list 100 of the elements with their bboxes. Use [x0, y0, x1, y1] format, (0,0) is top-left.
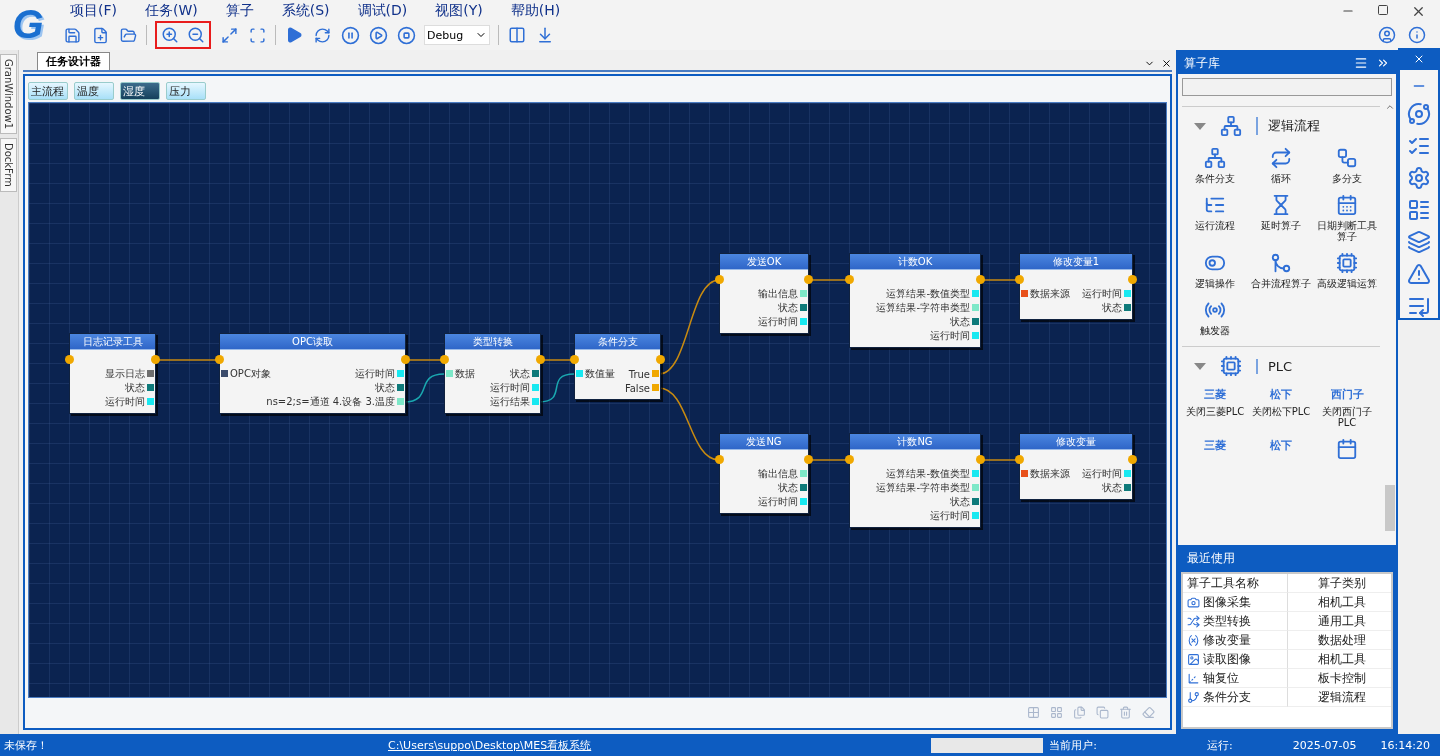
- panel-icon[interactable]: [1407, 102, 1431, 126]
- connection-dot[interactable]: [1015, 275, 1024, 284]
- port-marker[interactable]: [147, 398, 154, 405]
- port-marker[interactable]: [1021, 470, 1028, 477]
- flow-tab[interactable]: 压力: [166, 82, 206, 100]
- port-marker[interactable]: [397, 370, 404, 377]
- tool-icon[interactable]: 三菱: [1204, 438, 1226, 453]
- pause-button[interactable]: [340, 25, 360, 45]
- flow-tab[interactable]: 温度: [74, 82, 114, 100]
- port-marker[interactable]: [800, 290, 807, 297]
- connection-dot[interactable]: [401, 355, 410, 364]
- connection-dot[interactable]: [715, 275, 724, 284]
- port-marker[interactable]: [800, 304, 807, 311]
- port-marker[interactable]: [446, 370, 453, 377]
- search-field[interactable]: [1182, 78, 1392, 96]
- restore-icon[interactable]: [1377, 3, 1389, 16]
- tool-label[interactable]: 合并流程算子: [1251, 278, 1311, 289]
- connection-dot[interactable]: [1128, 275, 1137, 284]
- loop-button[interactable]: [312, 25, 332, 45]
- port-marker[interactable]: [972, 332, 979, 339]
- menu-item[interactable]: 项目(F): [56, 2, 131, 20]
- scroll-up-icon[interactable]: [1385, 102, 1395, 112]
- port-marker[interactable]: [972, 512, 979, 519]
- panel-icon[interactable]: [1407, 262, 1431, 286]
- port-marker[interactable]: [800, 318, 807, 325]
- connection-dot[interactable]: [715, 455, 724, 464]
- tool-label[interactable]: 逻辑操作: [1195, 278, 1235, 289]
- menu-icon[interactable]: [1354, 56, 1368, 70]
- expand-icon[interactable]: [1194, 362, 1206, 370]
- menu-item[interactable]: 调试(D): [343, 2, 422, 20]
- flow-canvas[interactable]: [28, 102, 1167, 698]
- user-icon[interactable]: [1378, 26, 1396, 44]
- side-tab[interactable]: GranWindow1: [0, 54, 17, 135]
- port-marker[interactable]: [532, 370, 539, 377]
- connection-dot[interactable]: [845, 275, 854, 284]
- port-marker[interactable]: [397, 384, 404, 391]
- port-marker[interactable]: [576, 370, 583, 377]
- close-icon[interactable]: [1413, 53, 1425, 65]
- connection-dot[interactable]: [845, 455, 854, 464]
- stop-button[interactable]: [396, 25, 416, 45]
- tool-label[interactable]: 延时算子: [1261, 220, 1301, 231]
- tool-icon[interactable]: 松下: [1270, 438, 1292, 453]
- tool-label[interactable]: 日期判断工具算子: [1315, 220, 1379, 242]
- zoom-in-button[interactable]: [160, 25, 180, 45]
- tool-icon[interactable]: [1336, 147, 1358, 169]
- connection-dot[interactable]: [536, 355, 545, 364]
- port-marker[interactable]: [652, 370, 659, 377]
- connection-dot[interactable]: [804, 275, 813, 284]
- port-marker[interactable]: [972, 484, 979, 491]
- flow-tab[interactable]: 主流程: [28, 82, 68, 100]
- flow-tab[interactable]: 湿度: [120, 82, 160, 100]
- path-link[interactable]: C:\Users\suppo\Desktop\MES看板系统: [388, 737, 592, 753]
- tool-label[interactable]: 触发器: [1200, 325, 1230, 336]
- tool-label[interactable]: 条件分支: [1195, 173, 1235, 184]
- tool-icon[interactable]: [1270, 147, 1292, 169]
- port-marker[interactable]: [972, 470, 979, 477]
- port-marker[interactable]: [532, 384, 539, 391]
- tool-icon[interactable]: 松下: [1270, 387, 1292, 402]
- fit-button[interactable]: [219, 25, 239, 45]
- panel-icon[interactable]: [1407, 166, 1431, 190]
- expand-icon[interactable]: [1194, 122, 1206, 130]
- panel-icon[interactable]: [1407, 230, 1431, 254]
- connection-dot[interactable]: [1128, 455, 1137, 464]
- port-marker[interactable]: [800, 470, 807, 477]
- table-cell[interactable]: 轴复位: [1203, 669, 1239, 687]
- port-marker[interactable]: [147, 370, 154, 377]
- port-marker[interactable]: [800, 484, 807, 491]
- connection-dot[interactable]: [151, 355, 160, 364]
- tool-label[interactable]: 循环: [1271, 173, 1291, 184]
- tool-label[interactable]: 关闭三菱PLC: [1185, 406, 1245, 417]
- side-tab[interactable]: DockFrm: [0, 138, 17, 192]
- tool-icon[interactable]: [1336, 252, 1358, 274]
- step-button[interactable]: [368, 25, 388, 45]
- port-marker[interactable]: [1124, 304, 1131, 311]
- connection-dot[interactable]: [65, 355, 74, 364]
- table-cell[interactable]: 读取图像: [1203, 650, 1251, 668]
- menu-item[interactable]: 帮助(H): [496, 2, 575, 20]
- table-cell[interactable]: 图像采集: [1203, 593, 1251, 611]
- connection-dot[interactable]: [570, 355, 579, 364]
- port-marker[interactable]: [397, 398, 404, 405]
- connection-dot[interactable]: [656, 355, 665, 364]
- connection-dot[interactable]: [976, 275, 985, 284]
- panel-icon[interactable]: [1407, 198, 1431, 222]
- port-marker[interactable]: [972, 498, 979, 505]
- port-marker[interactable]: [800, 498, 807, 505]
- menu-item[interactable]: 系统(S): [267, 2, 344, 20]
- open-button[interactable]: [118, 25, 138, 45]
- tool-label[interactable]: 高级逻辑运算: [1317, 278, 1377, 289]
- port-marker[interactable]: [652, 384, 659, 391]
- mode-dropdown[interactable]: Debug: [424, 25, 490, 45]
- port-marker[interactable]: [1021, 290, 1028, 297]
- document-tab[interactable]: 任务设计器: [37, 52, 110, 70]
- save-button[interactable]: [62, 25, 82, 45]
- menu-item[interactable]: 视图(Y): [421, 2, 497, 20]
- port-marker[interactable]: [972, 318, 979, 325]
- scrollbar-thumb[interactable]: [1385, 485, 1395, 531]
- collapse-icon[interactable]: [1376, 56, 1390, 70]
- connection-dot[interactable]: [215, 355, 224, 364]
- port-marker[interactable]: [147, 384, 154, 391]
- connection-dot[interactable]: [976, 455, 985, 464]
